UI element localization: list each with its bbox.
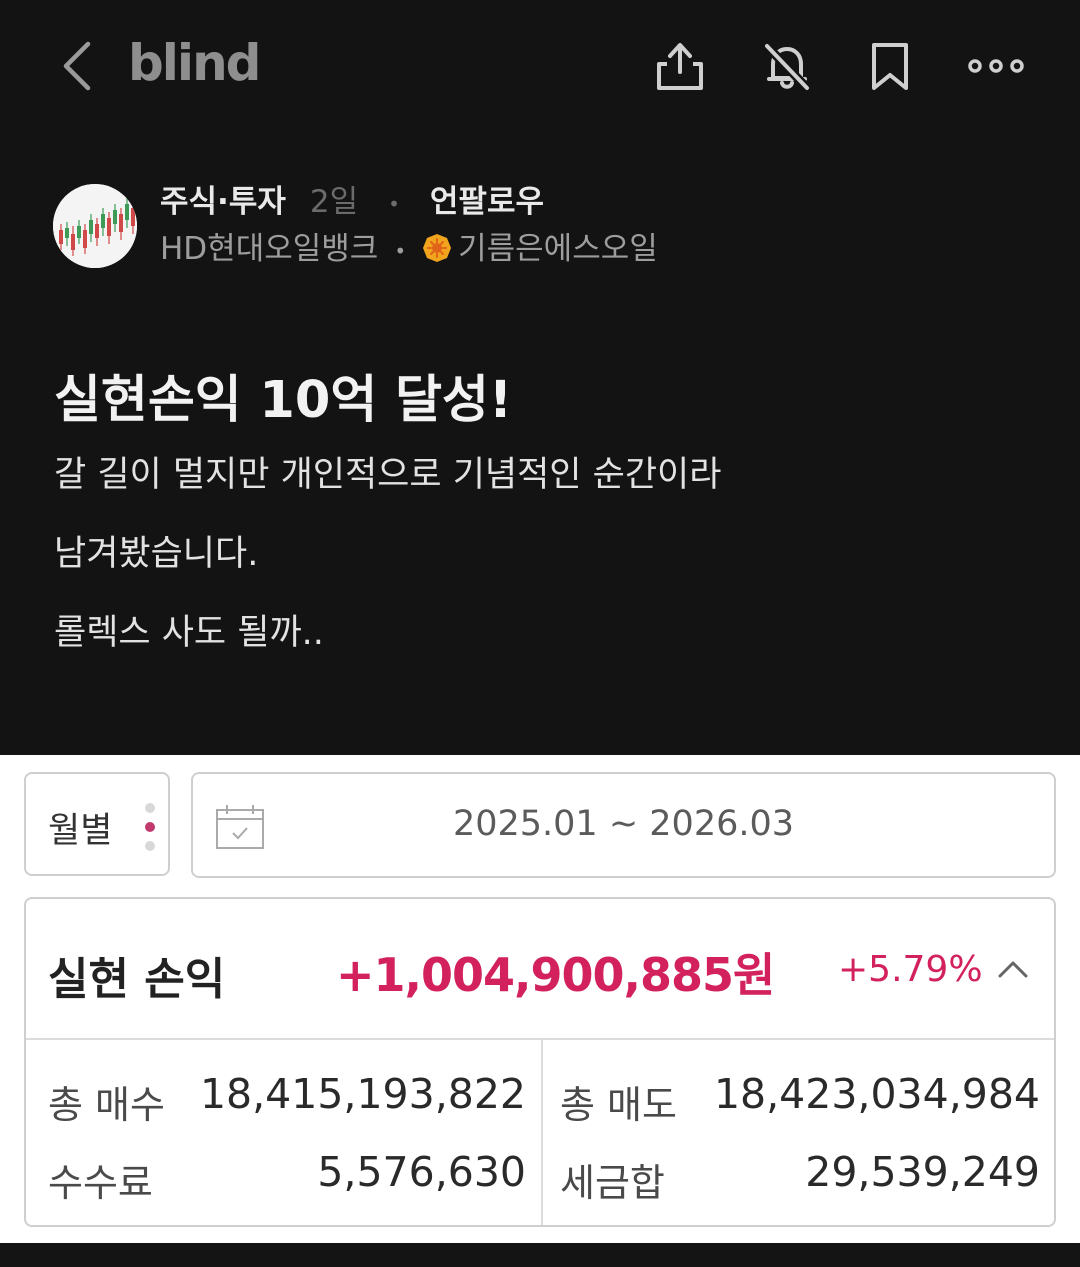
realized-pnl-header: 실현 손익 +1,004,900,885원 +5.79%: [26, 899, 1054, 1040]
bell-off-icon[interactable]: [759, 38, 815, 94]
date-range-value: 2025.01 ~ 2026.03: [452, 804, 795, 844]
unfollow-button[interactable]: 언팔로우: [430, 184, 544, 220]
date-range-field: 2025.01 ~ 2026.03: [191, 772, 1056, 878]
realized-pnl-label: 실현 손익: [48, 954, 226, 1005]
badge-icon: [423, 233, 452, 262]
total-buy-label: 총 매수: [48, 1083, 165, 1127]
post-body-line: 갈 길이 멀지만 개인적으로 기념적인 순간이라: [54, 455, 722, 495]
app-logo[interactable]: blind: [128, 34, 261, 92]
select-dots-icon: [145, 803, 155, 851]
time-ago: 2일: [309, 184, 359, 220]
avatar[interactable]: [53, 184, 137, 268]
post-body-line: 남겨봤습니다.: [54, 534, 259, 574]
total-sell-label: 총 매도: [560, 1083, 677, 1127]
separator-dot: •: [388, 191, 400, 216]
period-select: 월별: [24, 772, 170, 876]
total-sell-value: 18,423,034,984: [713, 1070, 1040, 1118]
pnl-detail-grid: 총 매수 18,415,193,822 총 매도 18,423,034,984 …: [26, 1040, 1054, 1225]
fee-value: 5,576,630: [317, 1148, 526, 1196]
attached-image[interactable]: 월별 2025.01 ~ 2026.03 실현 손익 +1,004,900,88…: [0, 755, 1080, 1243]
column-divider: [541, 1040, 543, 1225]
tax-value: 29,539,249: [805, 1148, 1040, 1196]
bookmark-icon[interactable]: [862, 38, 918, 94]
separator-dot: •: [394, 238, 407, 263]
more-icon[interactable]: [966, 38, 1026, 94]
back-icon[interactable]: [58, 38, 98, 94]
top-bar: blind: [0, 0, 1080, 135]
post-body-line: 롤렉스 사도 될까..: [54, 613, 324, 653]
post-title: 실현손익 10억 달성!: [54, 371, 513, 430]
company-name[interactable]: HD현대오일뱅크: [160, 231, 378, 267]
bottom-divider: [0, 1243, 1080, 1267]
realized-pnl-card: 실현 손익 +1,004,900,885원 +5.79% 총 매수 18,415…: [24, 897, 1056, 1227]
share-icon[interactable]: [652, 38, 708, 94]
board-name[interactable]: 주식·투자: [160, 184, 286, 220]
tax-label: 세금합: [560, 1161, 665, 1205]
realized-pnl-value: +1,004,900,885원: [336, 948, 775, 1002]
chevron-up-icon: [998, 961, 1028, 978]
fee-label: 수수료: [48, 1161, 153, 1205]
candlestick-avatar-icon: [53, 184, 137, 268]
period-select-label: 월별: [48, 811, 113, 851]
author-name[interactable]: 기름은에스오일: [458, 231, 658, 267]
author-line: HD현대오일뱅크 • 기름은에스오일: [160, 229, 658, 269]
total-buy-value: 18,415,193,822: [199, 1070, 526, 1118]
post-meta-line: 주식·투자 2일 • 언팔로우: [160, 182, 544, 222]
realized-pnl-rate: +5.79%: [838, 949, 983, 990]
